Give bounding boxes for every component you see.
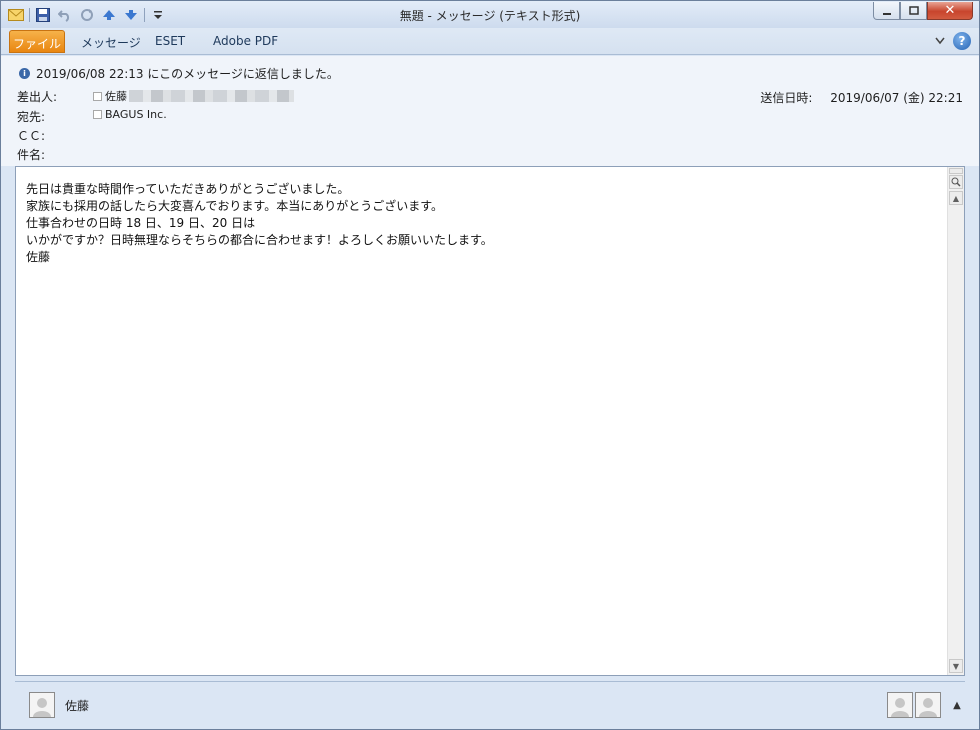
ribbon-collapse-icon[interactable] (935, 34, 945, 48)
subject-label: 件名: (17, 148, 46, 162)
scroll-down-icon[interactable]: ▼ (949, 659, 963, 673)
zoom-icon[interactable] (949, 175, 963, 189)
from-label: 差出人: (17, 90, 58, 104)
people-pane: 佐藤 ▲ (15, 681, 965, 726)
to-name: BAGUS Inc. (105, 108, 167, 121)
scroll-up-icon[interactable]: ▲ (949, 191, 963, 205)
info-bar: i 2019/06/08 22:13 にこのメッセージに返信しました。 (19, 65, 339, 82)
from-checkbox (93, 91, 102, 101)
tab-adobe-pdf[interactable]: Adobe PDF (201, 30, 290, 53)
person-icon[interactable] (915, 692, 941, 718)
people-pane-name: 佐藤 (65, 698, 90, 713)
maximize-icon[interactable] (900, 2, 927, 20)
help-icon[interactable]: ? (953, 32, 971, 50)
cc-label: ＣＣ: (17, 129, 46, 143)
message-body-text[interactable]: 先日は貴重な時間作っていただきありがとうございました。 家族にも採用の話したら大… (26, 181, 936, 266)
from-value[interactable]: 佐藤 (93, 88, 294, 104)
ribbon-right-controls: ? (935, 32, 971, 50)
info-text: 2019/06/08 22:13 にこのメッセージに返信しました。 (36, 67, 339, 81)
split-handle[interactable] (949, 168, 963, 174)
info-icon: i (19, 68, 30, 79)
tab-file[interactable]: ファイル (9, 30, 65, 53)
from-name: 佐藤 (105, 90, 127, 103)
vertical-scrollbar[interactable]: ▲ ▼ (947, 167, 964, 675)
message-window: 無題 - メッセージ (テキスト形式) ✕ ファイル メッセージ ESET Ad… (0, 0, 980, 730)
close-icon[interactable]: ✕ (927, 2, 973, 20)
sent-datetime: 送信日時: 2019/06/07 (金) 22:21 (760, 89, 963, 106)
minimize-icon[interactable] (873, 2, 900, 20)
to-label: 宛先: (17, 110, 46, 124)
ribbon-tabs: ファイル メッセージ ESET Adobe PDF ? (1, 28, 979, 55)
redacted-address (129, 90, 294, 102)
people-pane-controls: ▲ (885, 692, 965, 718)
to-checkbox (93, 110, 102, 119)
to-value[interactable]: BAGUS Inc. (93, 108, 167, 121)
sent-label: 送信日時: (760, 91, 813, 105)
message-header: i 2019/06/08 22:13 にこのメッセージに返信しました。 差出人:… (1, 56, 979, 166)
tab-eset[interactable]: ESET (143, 30, 197, 53)
people-pane-sender[interactable]: 佐藤 (29, 692, 89, 718)
people-pane-collapse-icon[interactable]: ▲ (949, 700, 965, 711)
title-bar: 無題 - メッセージ (テキスト形式) ✕ (1, 1, 979, 28)
person-icon (29, 692, 55, 718)
person-icon[interactable] (887, 692, 913, 718)
window-controls: ✕ (873, 2, 973, 20)
window-title: 無題 - メッセージ (テキスト形式) (399, 9, 581, 23)
tab-message[interactable]: メッセージ (69, 30, 153, 53)
message-body[interactable]: 先日は貴重な時間作っていただきありがとうございました。 家族にも採用の話したら大… (15, 166, 965, 676)
sent-value: 2019/06/07 (金) 22:21 (830, 91, 963, 105)
